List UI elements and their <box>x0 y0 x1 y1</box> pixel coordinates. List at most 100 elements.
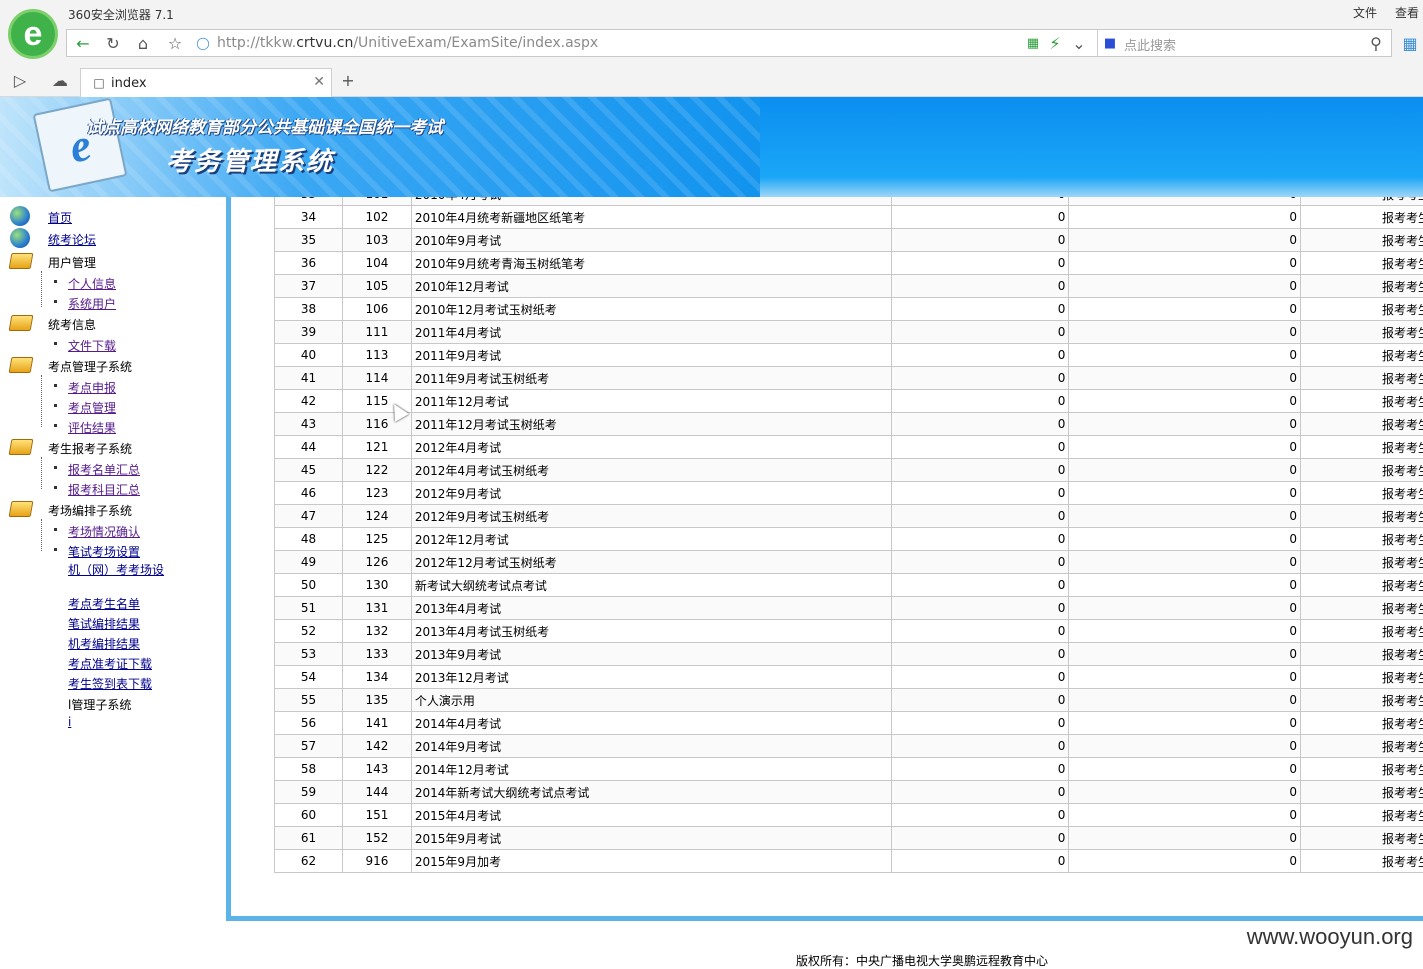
cell-action[interactable]: 报考考生 <box>1301 597 1423 620</box>
sidebar-group-mgmt[interactable]: l管理子系统 <box>68 696 131 713</box>
sidebar-item-forum[interactable]: 统考论坛 <box>48 231 96 248</box>
home-icon[interactable]: ⌂ <box>131 32 155 54</box>
banner-title: 考务管理系统 <box>166 141 334 178</box>
cell-action[interactable]: 报考考生 <box>1301 197 1423 206</box>
cell-action[interactable]: 报考考生 <box>1301 781 1423 804</box>
menu-view[interactable]: 查看 <box>1395 4 1419 21</box>
table-row: 601512015年4月考试00报考考生 <box>275 804 1423 827</box>
cell-name: 2015年9月考试 <box>411 827 891 850</box>
sidebar-item-stub[interactable]: i <box>68 715 71 729</box>
cell-count-1: 0 <box>891 597 1069 620</box>
cell-action[interactable]: 报考考生 <box>1301 298 1423 321</box>
table-row: 581432014年12月考试00报考考生 <box>275 758 1423 781</box>
search-engine-icon[interactable]: ■ <box>1098 32 1122 54</box>
sidebar-item-signin-download[interactable]: 考生签到表下载 <box>68 675 152 692</box>
cell-code: 151 <box>342 804 411 827</box>
table-row: 391112011年4月考试00报考考生 <box>275 321 1423 344</box>
cloud-icon[interactable]: ☁ <box>48 69 72 91</box>
cell-count-1: 0 <box>891 436 1069 459</box>
cell-count-1: 0 <box>891 712 1069 735</box>
cell-action[interactable]: 报考考生 <box>1301 643 1423 666</box>
cell-action[interactable]: 报考考生 <box>1301 252 1423 275</box>
refresh-icon[interactable]: ↻ <box>101 32 125 54</box>
url-field[interactable]: http://tkkw.crtvu.cn/UnitiveExam/ExamSit… <box>217 35 598 51</box>
tab-index[interactable]: □ index ✕ <box>80 68 332 97</box>
cell-code: 123 <box>342 482 411 505</box>
sidebar-item-machine-result[interactable]: 机考编排结果 <box>68 635 140 652</box>
cell-action[interactable]: 报考考生 <box>1301 827 1423 850</box>
sidebar-group-site[interactable]: 考点管理子系统 <box>48 358 132 375</box>
table-row: 541342013年12月考试00报考考生 <box>275 666 1423 689</box>
cell-action[interactable]: 报考考生 <box>1301 321 1423 344</box>
sidebar-item-eval-results[interactable]: 评估结果 <box>68 419 116 436</box>
cell-count-2: 0 <box>1069 344 1301 367</box>
sidebar-group-exam-info[interactable]: 统考信息 <box>48 316 96 333</box>
sidebar-item-personal-info[interactable]: 个人信息 <box>68 275 116 292</box>
cell-action[interactable]: 报考考生 <box>1301 390 1423 413</box>
sidebar-item-ticket-download[interactable]: 考点准考证下载 <box>68 655 152 672</box>
menu-file[interactable]: 文件 <box>1353 4 1377 21</box>
table-row: 441212012年4月考试00报考考生 <box>275 436 1423 459</box>
sidebar-item-reg-list[interactable]: 报考名单汇总 <box>68 461 140 478</box>
cell-action[interactable]: 报考考生 <box>1301 413 1423 436</box>
cell-action[interactable]: 报考考生 <box>1301 551 1423 574</box>
cell-count-1: 0 <box>891 197 1069 206</box>
cell-action[interactable]: 报考考生 <box>1301 758 1423 781</box>
cell-count-2: 0 <box>1069 574 1301 597</box>
sidebar-item-machine-room[interactable]: 机（网）考考场设 <box>68 561 164 578</box>
cell-action[interactable]: 报考考生 <box>1301 850 1423 873</box>
qr-icon[interactable]: ▦ <box>1021 32 1045 54</box>
sidebar-item-reg-subjects[interactable]: 报考科目汇总 <box>68 481 140 498</box>
folder-icon <box>9 439 34 455</box>
cell-action[interactable]: 报考考生 <box>1301 275 1423 298</box>
star-icon[interactable]: ☆ <box>163 32 187 54</box>
table-row: 611522015年9月考试00报考考生 <box>275 827 1423 850</box>
sidebar-item-system-users[interactable]: 系统用户 <box>68 295 116 312</box>
search-icon[interactable]: ⚲ <box>1364 32 1388 54</box>
cell-action[interactable]: 报考考生 <box>1301 620 1423 643</box>
cell-action[interactable]: 报考考生 <box>1301 689 1423 712</box>
sidebar-item-written-result[interactable]: 笔试编排结果 <box>68 615 140 632</box>
cell-name: 2011年4月考试 <box>411 321 891 344</box>
globe-icon <box>10 228 30 248</box>
dropdown-icon[interactable]: ⌄ <box>1067 32 1091 54</box>
table-row: 351032010年9月考试00报考考生 <box>275 229 1423 252</box>
cell-action[interactable]: 报考考生 <box>1301 436 1423 459</box>
search-input[interactable]: 点此搜索 <box>1124 35 1176 54</box>
sidebar-toggle-icon[interactable]: ▷ <box>8 69 32 91</box>
speed-icon[interactable]: ⚡ <box>1043 32 1067 54</box>
sidebar-item-home[interactable]: 首页 <box>48 209 72 226</box>
sidebar-item-written-room[interactable]: 笔试考场设置 <box>68 543 140 560</box>
sidebar-item-room-confirm[interactable]: 考场情况确认 <box>68 523 140 540</box>
cell-code: 130 <box>342 574 411 597</box>
sidebar-item-file-download[interactable]: 文件下载 <box>68 337 116 354</box>
cell-action[interactable]: 报考考生 <box>1301 229 1423 252</box>
cell-action[interactable]: 报考考生 <box>1301 482 1423 505</box>
cell-action[interactable]: 报考考生 <box>1301 804 1423 827</box>
cell-action[interactable]: 报考考生 <box>1301 344 1423 367</box>
sidebar-item-site-apply[interactable]: 考点申报 <box>68 379 116 396</box>
back-icon[interactable]: ← <box>71 32 95 54</box>
new-tab-button[interactable]: + <box>336 69 360 91</box>
sidebar-group-registration[interactable]: 考生报考子系统 <box>48 440 132 457</box>
sidebar-group-user[interactable]: 用户管理 <box>48 254 96 271</box>
cell-index: 43 <box>275 413 343 436</box>
cell-action[interactable]: 报考考生 <box>1301 574 1423 597</box>
cell-index: 34 <box>275 206 343 229</box>
site-info-icon[interactable]: ◯ <box>191 32 215 54</box>
sidebar-item-candidate-list[interactable]: 考点考生名单 <box>68 595 140 612</box>
cell-action[interactable]: 报考考生 <box>1301 505 1423 528</box>
cell-action[interactable]: 报考考生 <box>1301 735 1423 758</box>
sidebar-item-site-manage[interactable]: 考点管理 <box>68 399 116 416</box>
cell-action[interactable]: 报考考生 <box>1301 367 1423 390</box>
tab-close-icon[interactable]: ✕ <box>313 74 325 90</box>
apps-icon[interactable]: ▦ <box>1398 32 1422 54</box>
sidebar-group-exam-room[interactable]: 考场编排子系统 <box>48 502 132 519</box>
cell-action[interactable]: 报考考生 <box>1301 528 1423 551</box>
cell-action[interactable]: 报考考生 <box>1301 712 1423 735</box>
search-box[interactable]: ■ 点此搜索 ⚲ <box>1097 30 1392 56</box>
cell-action[interactable]: 报考考生 <box>1301 666 1423 689</box>
browser-logo-icon[interactable]: e <box>8 9 58 59</box>
cell-action[interactable]: 报考考生 <box>1301 459 1423 482</box>
cell-action[interactable]: 报考考生 <box>1301 206 1423 229</box>
